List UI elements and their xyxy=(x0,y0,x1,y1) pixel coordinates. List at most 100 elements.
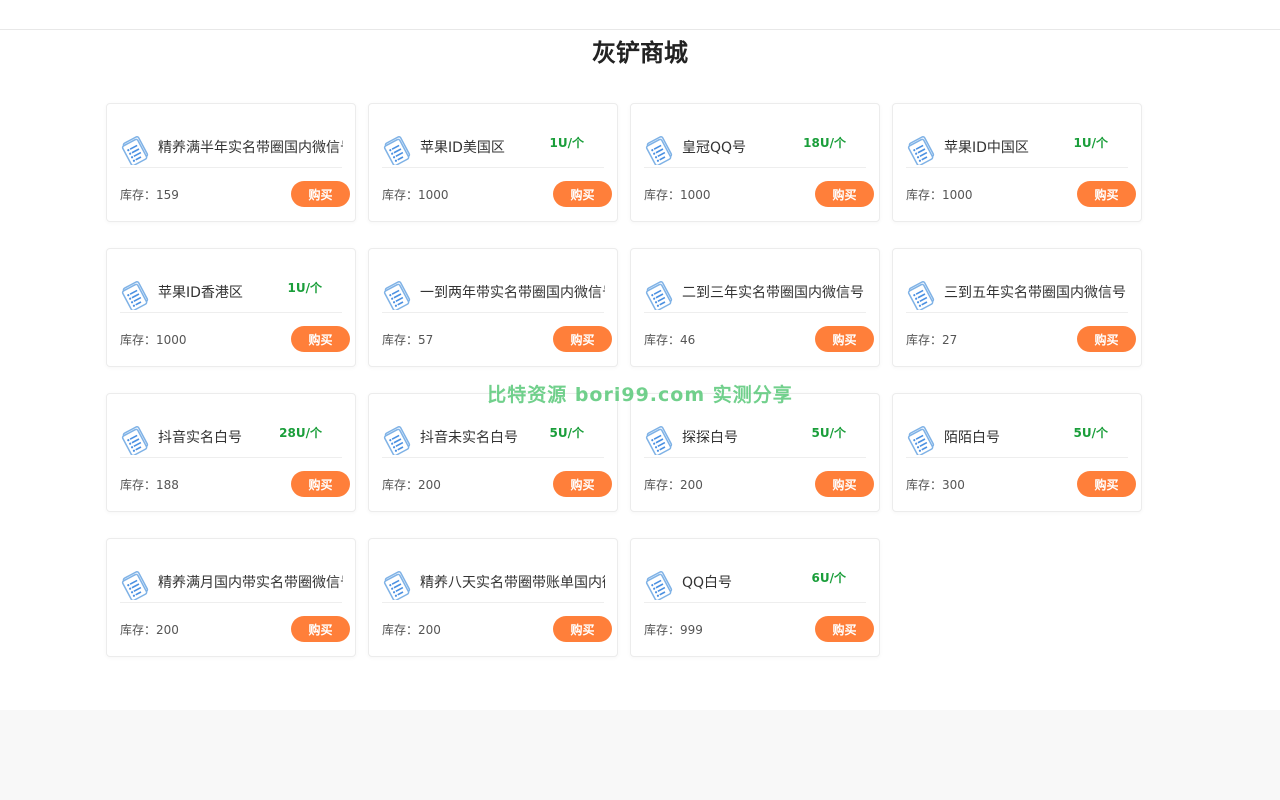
buy-button[interactable]: 购买 xyxy=(291,181,350,207)
stock-count: 库存：27 xyxy=(906,332,958,347)
product-card-15[interactable]: QQ白号 6U/个 库存：999 购买 xyxy=(630,538,880,657)
product-price: 28U/个 xyxy=(279,426,322,440)
product-name[interactable]: 精养满半年实名带圈国内微信号 xyxy=(158,137,343,157)
document-icon xyxy=(120,425,150,456)
buy-button[interactable]: 购买 xyxy=(815,616,874,642)
product-card-footer: 库存：27 购买 xyxy=(906,326,1136,352)
product-card-footer: 库存：999 购买 xyxy=(644,616,874,642)
product-card-footer: 库存：188 购买 xyxy=(120,471,350,497)
buy-button[interactable]: 购买 xyxy=(815,326,874,352)
buy-button[interactable]: 购买 xyxy=(291,326,350,352)
product-card-14[interactable]: 精养八天实名带圈带账单国内微信号 库存：200 购买 xyxy=(368,538,618,657)
product-card-header: 苹果ID香港区 1U/个 xyxy=(120,275,342,313)
stock-count: 库存：1000 xyxy=(906,187,973,202)
product-card-6[interactable]: 一到两年带实名带圈国内微信号 库存：57 购买 xyxy=(368,248,618,367)
product-card-12[interactable]: 陌陌白号 5U/个 库存：300 购买 xyxy=(892,393,1142,512)
document-icon xyxy=(382,425,412,456)
document-icon xyxy=(382,570,412,601)
document-icon xyxy=(906,280,936,311)
product-card-footer: 库存：1000 购买 xyxy=(382,181,612,207)
product-price: 1U/个 xyxy=(549,136,584,150)
buy-button[interactable]: 购买 xyxy=(553,616,612,642)
buy-button[interactable]: 购买 xyxy=(815,471,874,497)
buy-button[interactable]: 购买 xyxy=(1077,471,1136,497)
document-icon xyxy=(644,425,674,456)
product-price: 5U/个 xyxy=(549,426,584,440)
product-name[interactable]: 精养满月国内带实名带圈微信号 xyxy=(158,572,343,592)
product-card-header: 苹果ID美国区 1U/个 xyxy=(382,130,604,168)
stock-count: 库存：300 xyxy=(906,477,965,492)
product-name[interactable]: 二到三年实名带圈国内微信号 xyxy=(682,282,867,302)
product-card-footer: 库存：1000 购买 xyxy=(906,181,1136,207)
stock-count: 库存：46 xyxy=(644,332,696,347)
product-price: 5U/个 xyxy=(1073,426,1108,440)
document-icon xyxy=(120,570,150,601)
product-card-header: 探探白号 5U/个 xyxy=(644,420,866,458)
product-card-header: 苹果ID中国区 1U/个 xyxy=(906,130,1128,168)
buy-button[interactable]: 购买 xyxy=(1077,326,1136,352)
buy-button[interactable]: 购买 xyxy=(815,181,874,207)
document-icon xyxy=(906,425,936,456)
buy-button[interactable]: 购买 xyxy=(291,616,350,642)
document-icon xyxy=(120,280,150,311)
buy-button[interactable]: 购买 xyxy=(553,471,612,497)
product-card-footer: 库存：200 购买 xyxy=(382,616,612,642)
product-price: 1U/个 xyxy=(1073,136,1108,150)
product-card-header: 二到三年实名带圈国内微信号 xyxy=(644,275,866,313)
stock-count: 库存：1000 xyxy=(382,187,449,202)
product-card-header: 抖音未实名白号 5U/个 xyxy=(382,420,604,458)
product-card-7[interactable]: 二到三年实名带圈国内微信号 库存：46 购买 xyxy=(630,248,880,367)
product-card-header: 一到两年带实名带圈国内微信号 xyxy=(382,275,605,313)
product-name[interactable]: 一到两年带实名带圈国内微信号 xyxy=(420,282,605,302)
product-card-header: QQ白号 6U/个 xyxy=(644,565,866,603)
stock-count: 库存：1000 xyxy=(120,332,187,347)
product-card-footer: 库存：159 购买 xyxy=(120,181,350,207)
stock-count: 库存：200 xyxy=(382,477,441,492)
stock-count: 库存：1000 xyxy=(644,187,711,202)
product-card-3[interactable]: 皇冠QQ号 18U/个 库存：1000 购买 xyxy=(630,103,880,222)
product-card-footer: 库存：200 购买 xyxy=(382,471,612,497)
document-icon xyxy=(644,280,674,311)
product-card-header: 抖音实名白号 28U/个 xyxy=(120,420,342,458)
stock-count: 库存：188 xyxy=(120,477,179,492)
buy-button[interactable]: 购买 xyxy=(1077,181,1136,207)
stock-count: 库存：200 xyxy=(382,622,441,637)
product-card-header: 三到五年实名带圈国内微信号 xyxy=(906,275,1128,313)
product-card-header: 精养八天实名带圈带账单国内微信号 xyxy=(382,565,605,603)
top-divider xyxy=(0,29,1280,30)
product-card-13[interactable]: 精养满月国内带实名带圈微信号 库存：200 购买 xyxy=(106,538,356,657)
document-icon xyxy=(644,135,674,166)
stock-count: 库存：999 xyxy=(644,622,703,637)
document-icon xyxy=(644,570,674,601)
watermark: 比特资源 bori99.com 实测分享 xyxy=(487,384,793,406)
product-card-footer: 库存：1000 购买 xyxy=(120,326,350,352)
product-card-11[interactable]: 探探白号 5U/个 库存：200 购买 xyxy=(630,393,880,512)
product-name[interactable]: 精养八天实名带圈带账单国内微信号 xyxy=(420,572,605,592)
product-card-10[interactable]: 抖音未实名白号 5U/个 库存：200 购买 xyxy=(368,393,618,512)
product-card-5[interactable]: 苹果ID香港区 1U/个 库存：1000 购买 xyxy=(106,248,356,367)
product-name[interactable]: 三到五年实名带圈国内微信号 xyxy=(944,282,1129,302)
product-price: 6U/个 xyxy=(811,571,846,585)
product-card-1[interactable]: 精养满半年实名带圈国内微信号 库存：159 购买 xyxy=(106,103,356,222)
product-card-header: 精养满半年实名带圈国内微信号 xyxy=(120,130,343,168)
document-icon xyxy=(120,135,150,166)
product-card-footer: 库存：200 购买 xyxy=(644,471,874,497)
product-card-footer: 库存：200 购买 xyxy=(120,616,350,642)
product-card-footer: 库存：1000 购买 xyxy=(644,181,874,207)
product-card-8[interactable]: 三到五年实名带圈国内微信号 库存：27 购买 xyxy=(892,248,1142,367)
buy-button[interactable]: 购买 xyxy=(553,181,612,207)
document-icon xyxy=(382,135,412,166)
buy-button[interactable]: 购买 xyxy=(291,471,350,497)
stock-count: 库存：200 xyxy=(120,622,179,637)
product-price: 18U/个 xyxy=(803,136,846,150)
product-card-4[interactable]: 苹果ID中国区 1U/个 库存：1000 购买 xyxy=(892,103,1142,222)
product-card-footer: 库存：57 购买 xyxy=(382,326,612,352)
product-card-header: 皇冠QQ号 18U/个 xyxy=(644,130,866,168)
product-card-header: 精养满月国内带实名带圈微信号 xyxy=(120,565,343,603)
product-card-footer: 库存：46 购买 xyxy=(644,326,874,352)
buy-button[interactable]: 购买 xyxy=(553,326,612,352)
product-card-9[interactable]: 抖音实名白号 28U/个 库存：188 购买 xyxy=(106,393,356,512)
product-price: 5U/个 xyxy=(811,426,846,440)
document-icon xyxy=(906,135,936,166)
product-card-2[interactable]: 苹果ID美国区 1U/个 库存：1000 购买 xyxy=(368,103,618,222)
